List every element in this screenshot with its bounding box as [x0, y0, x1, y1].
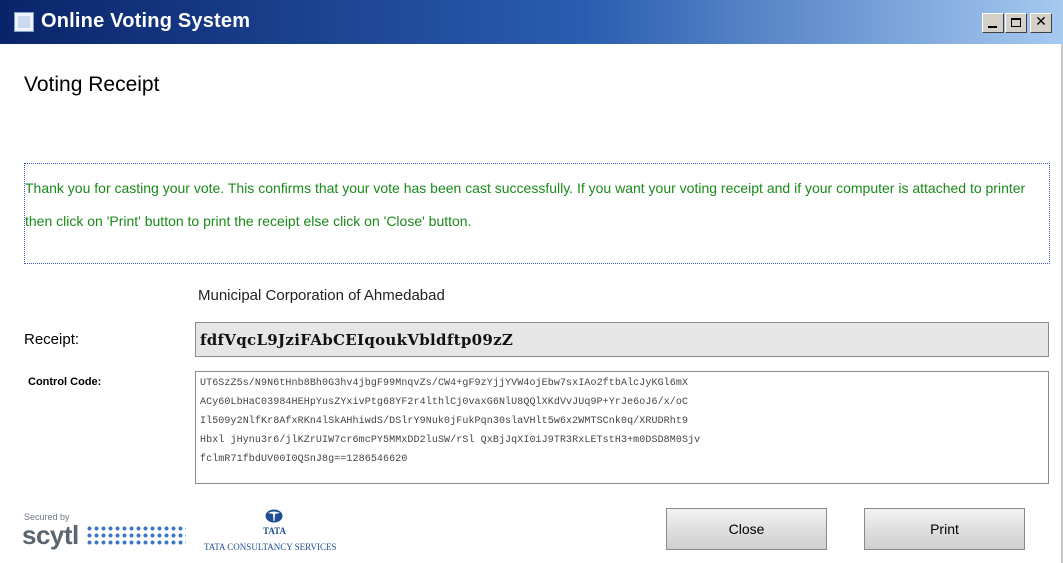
window-title: Online Voting System — [41, 10, 251, 32]
close-window-button[interactable]: ✕ — [1030, 13, 1052, 33]
page-title: Voting Receipt — [24, 73, 160, 96]
maximize-icon — [1011, 18, 1021, 27]
close-icon: ✕ — [1035, 14, 1047, 30]
organization-name: Municipal Corporation of Ahmedabad — [198, 287, 445, 304]
online-voting-window: Online Voting System ✕ Voting Receipt Th… — [0, 0, 1063, 563]
tata-logo-icon — [265, 509, 283, 523]
control-code-line: Hbxl jHynu3r6/jlKZrUIW7cr6mcPY5MMxDD2luS… — [200, 435, 701, 446]
control-code-field[interactable]: UT6SzZ5s/N9N6tHnb8Bh0G3hv4jbgF99MnqvZs/C… — [195, 371, 1049, 484]
control-code-line: UT6SzZ5s/N9N6tHnb8Bh0G3hv4jbgF99MnqvZs/C… — [200, 378, 689, 389]
scytl-dots-icon — [86, 525, 186, 545]
maximize-button[interactable] — [1005, 13, 1027, 33]
control-code-line: fclmR71fbdUV00I0QSnJ8g==1286546620 — [200, 454, 408, 465]
control-code-line: ACy60LbHaC03984HEHpYusZYxivPtg68YF2r4lth… — [200, 397, 689, 408]
confirmation-message: Thank you for casting your vote. This co… — [25, 180, 1026, 229]
receipt-value: fdfVqcL9JziFAbCEIqoukVbldftp09zZ — [200, 331, 514, 349]
print-button[interactable]: Print — [864, 508, 1025, 550]
control-code-label: Control Code: — [28, 376, 102, 388]
receipt-field[interactable]: fdfVqcL9JziFAbCEIqoukVbldftp09zZ — [195, 322, 1049, 357]
app-icon — [14, 12, 34, 32]
receipt-label: Receipt: — [24, 331, 80, 348]
tcs-wordmark: TATA CONSULTANCY SERVICES — [204, 542, 337, 552]
tata-wordmark: TATA — [263, 526, 287, 536]
minimize-button[interactable] — [982, 13, 1004, 33]
control-code-line: Il509y2NlfKr8AfxRKn4lSkAHhiwdS/DSlrY9Nuk… — [200, 416, 689, 427]
scytl-wordmark: scytl — [22, 520, 79, 550]
close-button[interactable]: Close — [666, 508, 827, 550]
title-bar[interactable]: Online Voting System ✕ — [0, 0, 1063, 44]
minimize-icon — [988, 26, 997, 28]
confirmation-message-box: Thank you for casting your vote. This co… — [24, 163, 1050, 264]
